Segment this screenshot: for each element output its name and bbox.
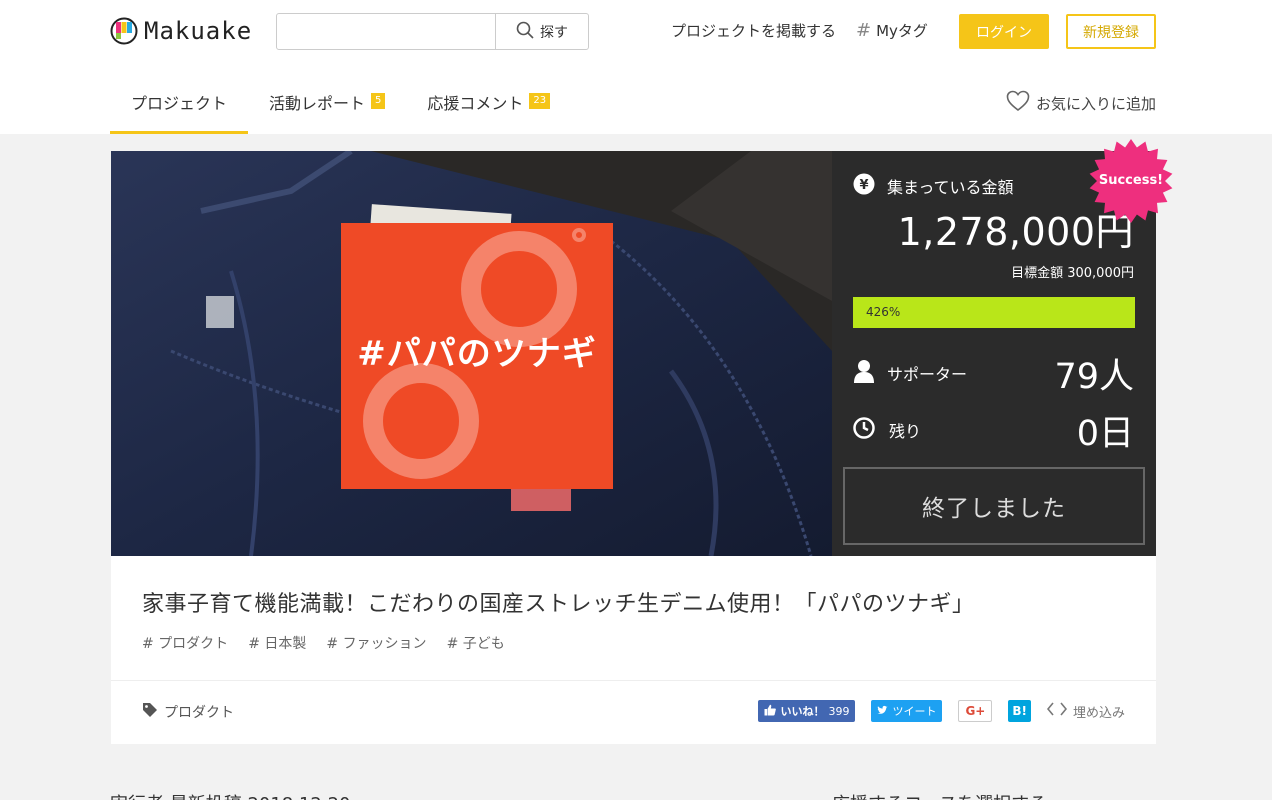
progress-percent: 426% bbox=[866, 305, 901, 319]
like-label: いいね！ bbox=[780, 705, 825, 718]
tab-label: プロジェクト bbox=[131, 94, 228, 113]
goal-amount: 目標金額 300,000円 bbox=[1011, 266, 1134, 281]
google-plus-button[interactable]: G+ bbox=[958, 700, 993, 722]
success-badge: Success! bbox=[1088, 138, 1174, 224]
remaining-value: 0日 bbox=[1076, 414, 1134, 454]
supporters-label: サポーター bbox=[887, 365, 968, 384]
poster-caption: #パパのツナギ bbox=[357, 334, 597, 374]
category-label: プロダクト bbox=[164, 705, 234, 721]
logo-text: Makuake bbox=[144, 17, 253, 45]
makuake-logo-icon bbox=[110, 17, 138, 45]
embed-button[interactable]: 埋め込み bbox=[1046, 700, 1125, 722]
remaining-row: 残り bbox=[853, 417, 921, 443]
makuake-logo[interactable]: Makuake bbox=[110, 17, 252, 45]
like-count: 399 bbox=[828, 704, 850, 718]
remaining-label: 残り bbox=[889, 422, 922, 441]
tag-label: プロダクト bbox=[158, 636, 229, 652]
embed-label: 埋め込み bbox=[1072, 705, 1125, 721]
project-title: 家事子育て機能満載！こだわりの国産ストレッチ生デニム使用！「パパのツナギ」 bbox=[142, 592, 975, 617]
raised-label-row: ¥ 集まっている金額 bbox=[853, 173, 1014, 199]
svg-text:¥: ¥ bbox=[859, 178, 868, 193]
mytag-label: Myタグ bbox=[876, 22, 928, 40]
tweet-label: ツイート bbox=[892, 705, 937, 718]
tab-label: 活動レポート bbox=[269, 94, 366, 113]
search-box: 探す bbox=[276, 13, 589, 50]
tag-link[interactable]: # 日本製 bbox=[248, 633, 306, 653]
progress-bar: 426% bbox=[853, 297, 1135, 328]
clock-icon bbox=[853, 417, 875, 443]
person-icon bbox=[853, 359, 875, 387]
project-tags: # プロダクト # 日本製 # ファッション # 子ども bbox=[142, 633, 505, 653]
category-link[interactable]: プロダクト bbox=[142, 702, 234, 722]
top-bar: Makuake 探す プロジェクトを掲載する # Myタグ ログイン 新規登録 … bbox=[0, 0, 1272, 134]
search-icon bbox=[516, 21, 534, 43]
tag-label: 子ども bbox=[462, 636, 505, 652]
tab-activity-report[interactable]: 活動レポート 5 bbox=[248, 78, 406, 134]
heart-icon bbox=[1006, 90, 1030, 116]
project-hero-image: #パパのツナギ bbox=[111, 151, 832, 556]
hash-icon: # bbox=[856, 20, 872, 41]
share-buttons: いいね！ 399 ツイート G+ B! 埋め込み bbox=[758, 700, 1125, 722]
search-button[interactable]: 探す bbox=[495, 14, 588, 49]
tag-link[interactable]: # プロダクト bbox=[142, 633, 228, 653]
supporters-value: 79人 bbox=[1054, 357, 1134, 397]
count-badge: 23 bbox=[529, 93, 551, 109]
mytag-link[interactable]: # Myタグ bbox=[856, 20, 928, 41]
favorite-label: お気に入りに追加 bbox=[1035, 94, 1156, 113]
tag-link[interactable]: # ファッション bbox=[326, 633, 426, 653]
facebook-like-button[interactable]: いいね！ 399 bbox=[758, 700, 856, 722]
count-badge: 5 bbox=[371, 93, 386, 109]
owner-latest-post: 実行者 最新投稿 2018.12.20 bbox=[110, 790, 351, 800]
tab-support-comments[interactable]: 応援コメント 23 bbox=[406, 78, 571, 134]
project-info-card: 家事子育て機能満載！こだわりの国産ストレッチ生デニム使用！「パパのツナギ」 # … bbox=[111, 556, 1156, 744]
tab-label: 応援コメント bbox=[427, 94, 524, 113]
thumbs-up-icon bbox=[764, 704, 777, 719]
supporters-row: サポーター bbox=[853, 359, 967, 387]
search-input[interactable] bbox=[277, 14, 495, 49]
success-label: Success! bbox=[1098, 173, 1164, 188]
hatena-bookmark-button[interactable]: B! bbox=[1008, 700, 1031, 722]
search-button-label: 探す bbox=[540, 24, 568, 41]
tag-link[interactable]: # 子ども bbox=[447, 633, 505, 653]
add-favorite-button[interactable]: お気に入りに追加 bbox=[1006, 90, 1156, 116]
tweet-button[interactable]: ツイート bbox=[871, 700, 943, 722]
tag-label: 日本製 bbox=[264, 636, 307, 652]
tag-icon bbox=[142, 702, 158, 722]
ended-button[interactable]: 終了しました bbox=[843, 467, 1145, 545]
login-button[interactable]: ログイン bbox=[959, 14, 1049, 49]
twitter-bird-icon bbox=[877, 705, 888, 718]
card-divider bbox=[111, 680, 1156, 681]
raised-label: 集まっている金額 bbox=[887, 178, 1014, 197]
code-brackets-icon bbox=[1046, 702, 1068, 720]
project-tabs: プロジェクト 活動レポート 5 応援コメント 23 bbox=[110, 78, 571, 134]
tab-project[interactable]: プロジェクト bbox=[110, 78, 249, 134]
post-project-link[interactable]: プロジェクトを掲載する bbox=[671, 20, 836, 41]
tag-label: ファッション bbox=[342, 636, 427, 652]
register-button[interactable]: 新規登録 bbox=[1066, 14, 1156, 49]
select-course-heading: 応援するコースを選択する bbox=[832, 790, 1047, 800]
yen-icon: ¥ bbox=[853, 173, 875, 199]
